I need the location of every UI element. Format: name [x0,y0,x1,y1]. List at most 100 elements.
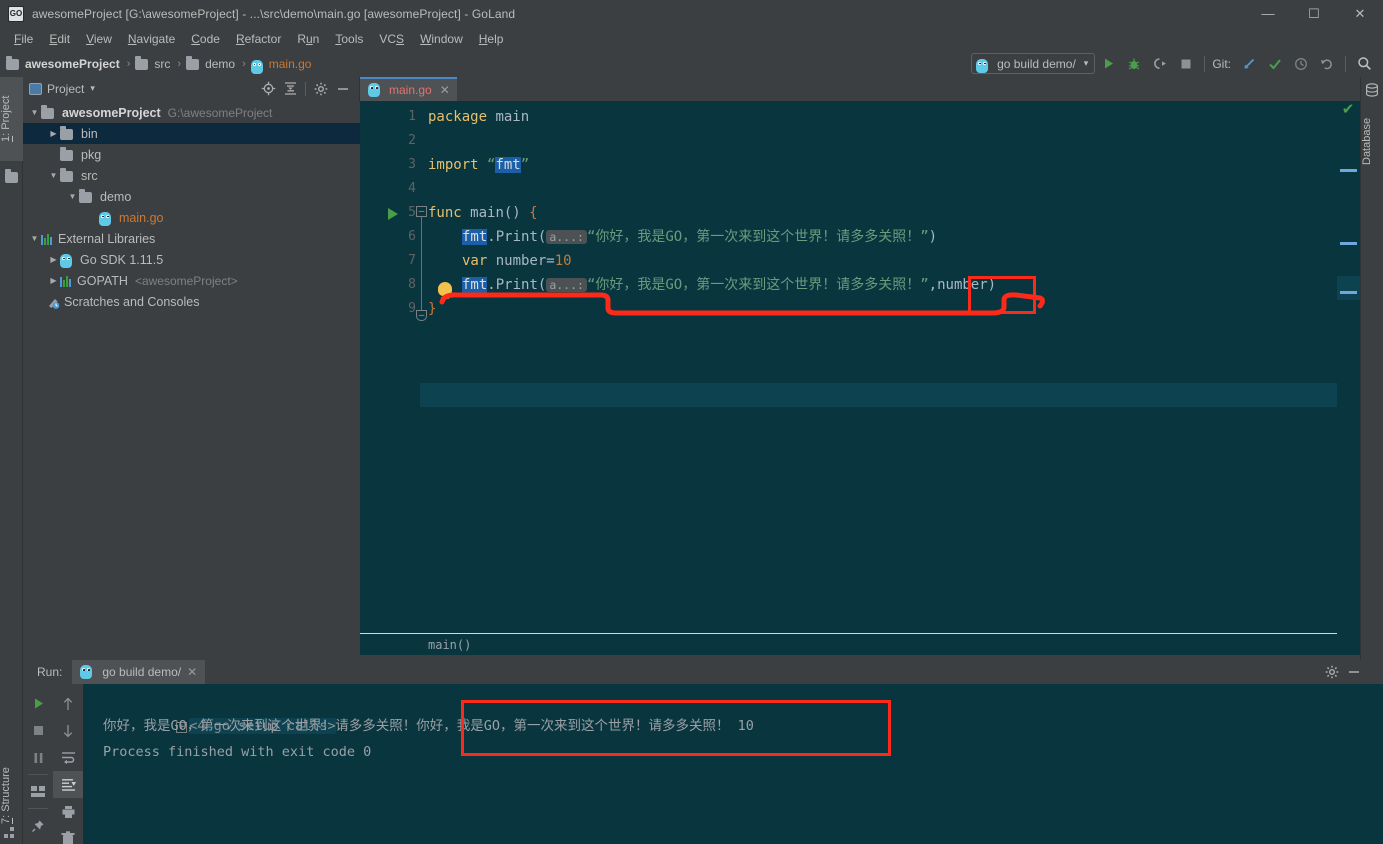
tree-node-src[interactable]: ▼ src [23,165,360,186]
stop-icon[interactable] [1173,52,1199,76]
go-file-icon [368,83,380,97]
locate-icon[interactable] [257,78,279,100]
editor-gutter[interactable]: 1 2 3 4 5 6 7 8 9 [360,101,420,655]
pause-icon[interactable] [23,744,53,771]
close-icon[interactable]: ✕ [440,83,450,97]
menu-file[interactable]: File [6,29,41,49]
structure-icon[interactable] [4,826,18,838]
down-icon[interactable] [53,717,83,744]
run-panel-label: Run: [37,665,63,679]
tree-node-external-libraries[interactable]: ▼ External Libraries [23,228,360,249]
toolbar-divider [1204,55,1206,72]
maximize-icon[interactable]: ☐ [1291,0,1337,27]
menu-refactor[interactable]: Refactor [228,29,289,49]
project-panel-title: Project [47,81,85,96]
layout-icon[interactable] [23,778,53,805]
settings-gear-icon[interactable] [310,78,332,100]
error-stripe-scrollbar[interactable] [1337,101,1360,655]
folder-icon [79,189,92,203]
sidebar-tab-project[interactable]: 1: Project [0,77,23,161]
close-icon[interactable]: ✕ [1337,0,1383,27]
commit-icon[interactable] [1262,52,1288,76]
editor-area: main.go ✕ 1 2 3 4 5 6 7 8 9 – – package … [360,77,1360,655]
rerun-icon[interactable] [23,690,53,717]
tree-node-go-sdk[interactable]: ▶ Go SDK 1.11.5 [23,249,360,270]
menu-run[interactable]: Run [289,29,327,49]
line-number: 6 [408,229,416,244]
menu-navigate[interactable]: Navigate [120,29,183,49]
console-output[interactable]: + <4 go setup calls> 你好，我是GO，第一次来到这个世界！请多… [83,684,1383,844]
breadcrumb-item-demo[interactable]: demo [203,56,237,72]
code-editor[interactable]: 1 2 3 4 5 6 7 8 9 – – package main impor… [360,101,1360,655]
folder-icon[interactable] [5,169,19,183]
toolbar-divider [1345,55,1346,72]
pin-icon[interactable] [23,812,53,839]
run-tool-window: Run: go build demo/ ✕ + <4 go setup call… [23,660,1383,844]
soft-wrap-icon[interactable] [53,744,83,771]
menu-vcs[interactable]: VCS [371,29,412,49]
settings-gear-icon[interactable] [1321,661,1343,683]
minimize-icon[interactable]: — [1245,0,1291,27]
tree-node-bin[interactable]: ▶ bin [23,123,360,144]
menu-view[interactable]: View [78,29,120,49]
run-icon[interactable] [1095,52,1121,76]
update-project-icon[interactable] [1236,52,1262,76]
chevron-down-icon[interactable]: ▼ [47,171,60,180]
go-file-icon [80,665,93,679]
tree-label: bin [81,126,98,141]
go-sdk-icon [60,253,72,268]
chevron-right-icon[interactable]: ▶ [47,129,60,138]
debug-icon[interactable] [1121,52,1147,76]
folder-icon [6,56,19,70]
run-configuration-selector[interactable]: go build demo/ ▾ [971,53,1096,74]
rollback-icon[interactable] [1314,52,1340,76]
menu-help[interactable]: Help [471,29,512,49]
fold-icon[interactable]: – [416,310,427,321]
chevron-right-icon[interactable]: ▶ [47,276,60,285]
stripe-marker[interactable] [1340,291,1357,294]
fold-icon[interactable]: – [416,206,427,217]
tree-node-awesomeproject[interactable]: ▼ awesomeProject G:\awesomeProject [23,102,360,123]
tree-node-gopath[interactable]: ▶ GOPATH <awesomeProject> [23,270,360,291]
print-icon[interactable] [53,798,83,825]
run-tab-go-build-demo[interactable]: go build demo/ ✕ [72,660,206,684]
menu-edit[interactable]: Edit [41,29,78,49]
inspection-status-icon[interactable]: ✔ [1339,101,1357,119]
stripe-marker[interactable] [1340,169,1357,172]
tree-node-pkg[interactable]: pkg [23,144,360,165]
history-icon[interactable] [1288,52,1314,76]
editor-breadcrumb[interactable]: main() [360,633,1360,655]
stop-icon[interactable] [23,717,53,744]
breadcrumb-item-mainfile[interactable]: main.go [267,56,314,72]
folder-icon [60,168,73,182]
chevron-right-icon[interactable]: ▶ [47,255,60,264]
collapse-all-icon[interactable] [279,78,301,100]
search-icon[interactable] [1351,52,1377,76]
hide-icon[interactable] [1343,661,1365,683]
scroll-to-end-icon[interactable] [53,771,83,798]
chevron-down-icon[interactable]: ▼ [28,234,41,243]
breadcrumb-item-project[interactable]: awesomeProject [23,56,122,72]
up-icon[interactable] [53,690,83,717]
menu-tools[interactable]: Tools [327,29,371,49]
tree-node-demo[interactable]: ▼ demo [23,186,360,207]
go-file-icon [976,58,989,73]
close-icon[interactable]: ✕ [187,665,197,679]
run-with-coverage-icon[interactable] [1147,52,1173,76]
tree-node-maingo[interactable]: main.go [23,207,360,228]
hide-icon[interactable] [332,78,354,100]
stripe-marker[interactable] [1340,242,1357,245]
menu-window[interactable]: Window [412,29,471,49]
chevron-down-icon[interactable]: ▼ [66,192,79,201]
run-gutter-icon[interactable] [388,208,398,220]
folder-icon [186,56,200,70]
breadcrumb-item-src[interactable]: src [152,56,172,72]
code-text[interactable]: package main import “fmt” func main() { … [428,101,1360,655]
sidebar-tab-database[interactable]: Database [1361,101,1383,181]
chevron-down-icon[interactable]: ▾ [90,83,95,94]
menu-code[interactable]: Code [183,29,228,49]
editor-tab-maingo[interactable]: main.go ✕ [360,77,457,101]
clear-all-icon[interactable] [53,825,83,844]
chevron-down-icon[interactable]: ▼ [28,108,41,117]
tree-node-scratches[interactable]: Scratches and Consoles [23,291,360,312]
